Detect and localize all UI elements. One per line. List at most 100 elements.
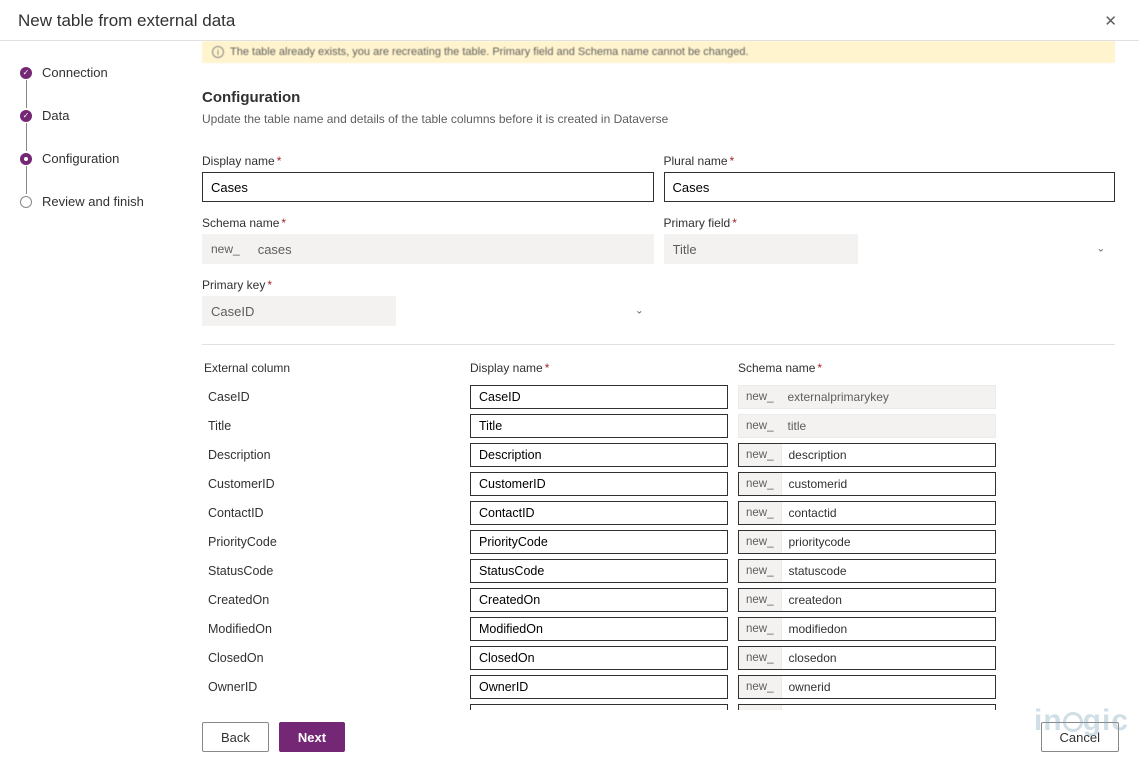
chevron-down-icon: ⌄	[1097, 244, 1105, 255]
divider	[202, 344, 1115, 345]
external-column-name: CreatedOn	[202, 593, 460, 607]
schema-value: createdon	[782, 589, 996, 611]
external-column-name: OwnerID	[202, 680, 460, 694]
column-schema-name[interactable]: new_statuscode	[738, 559, 996, 583]
step-data[interactable]: Data	[20, 108, 168, 123]
column-row: CustomerID new_customerid	[202, 472, 1115, 496]
primary-key-select[interactable]	[202, 296, 396, 326]
column-display-name-input[interactable]	[470, 414, 728, 438]
column-schema-name[interactable]: new_prioritycode	[738, 530, 996, 554]
column-row: ClosedOn new_closedon	[202, 646, 1115, 670]
schema-prefix: new_	[739, 415, 781, 437]
close-icon[interactable]: ✕	[1098, 10, 1123, 32]
column-display-name-input[interactable]	[470, 530, 728, 554]
schema-prefix: new_	[202, 234, 249, 264]
section-desc: Update the table name and details of the…	[202, 112, 1115, 126]
schema-name-label: Schema name	[202, 216, 279, 230]
step-dot-icon	[20, 67, 32, 79]
section-title: Configuration	[202, 89, 1115, 106]
col-header-schema: Schema name	[738, 361, 815, 375]
column-row: CreatedOn new_createdon	[202, 588, 1115, 612]
step-connector	[26, 123, 27, 151]
plural-name-input[interactable]	[664, 172, 1116, 202]
step-connector	[26, 80, 27, 108]
step-dot-icon	[20, 196, 32, 208]
plural-name-label: Plural name	[664, 154, 728, 168]
external-column-name: ClosedOn	[202, 651, 460, 665]
schema-prefix: new_	[739, 444, 782, 466]
step-label: Configuration	[42, 151, 119, 166]
step-dot-icon	[20, 110, 32, 122]
schema-name-input	[249, 234, 654, 264]
column-schema-name[interactable]: new_closedon	[738, 646, 996, 670]
column-row: ContactID new_contactid	[202, 501, 1115, 525]
schema-prefix: new_	[739, 618, 782, 640]
wizard-steps: Connection Data Configuration Review and fi…	[0, 41, 178, 765]
column-schema-name: new_externalprimarykey	[738, 385, 996, 409]
schema-prefix: new_	[739, 502, 782, 524]
step-dot-icon	[20, 153, 32, 165]
primary-key-label: Primary key	[202, 278, 265, 292]
column-display-name-input[interactable]	[470, 385, 728, 409]
step-configuration[interactable]: Configuration	[20, 151, 168, 166]
column-display-name-input[interactable]	[470, 472, 728, 496]
column-display-name-input[interactable]	[470, 588, 728, 612]
display-name-label: Display name	[202, 154, 275, 168]
schema-value: contactid	[782, 502, 996, 524]
schema-value: externalprimarykey	[781, 386, 996, 408]
column-display-name-input[interactable]	[470, 559, 728, 583]
column-schema-name[interactable]: new_customerid	[738, 472, 996, 496]
step-review-and-finish[interactable]: Review and finish	[20, 194, 168, 209]
external-column-name: Title	[202, 419, 460, 433]
column-row: Title new_title	[202, 414, 1115, 438]
column-schema-name[interactable]: new_createdon	[738, 588, 996, 612]
external-column-name: PriorityCode	[202, 535, 460, 549]
schema-value: title	[781, 415, 996, 437]
external-column-name: StatusCode	[202, 564, 460, 578]
schema-value: description	[782, 444, 996, 466]
chevron-down-icon: ⌄	[635, 306, 643, 317]
step-label: Connection	[42, 65, 108, 80]
schema-prefix: new_	[739, 676, 782, 698]
step-label: Review and finish	[42, 194, 144, 209]
schema-prefix: new_	[739, 560, 782, 582]
schema-value: closedon	[782, 647, 996, 669]
next-button[interactable]: Next	[279, 722, 345, 752]
warning-text: The table already exists, you are recrea…	[230, 46, 749, 58]
column-row: Descriptionnew_description	[202, 443, 1115, 467]
schema-prefix: new_	[739, 531, 782, 553]
external-column-name: ModifiedOn	[202, 622, 460, 636]
warning-banner: i The table already exists, you are recr…	[202, 41, 1115, 63]
column-display-name-input[interactable]	[470, 617, 728, 641]
column-schema-name[interactable]: new_description	[738, 443, 996, 467]
external-column-name: ContactID	[202, 506, 460, 520]
schema-value: customerid	[782, 473, 996, 495]
column-row: PriorityCode new_prioritycode	[202, 530, 1115, 554]
info-icon: i	[212, 46, 224, 58]
column-schema-name[interactable]: new_ownerid	[738, 675, 996, 699]
col-header-display: Display name	[470, 361, 543, 375]
schema-prefix: new_	[739, 589, 782, 611]
page-title: New table from external data	[18, 11, 235, 31]
col-header-external: External column	[202, 361, 460, 375]
schema-value: prioritycode	[782, 531, 996, 553]
column-row: CaseIDnew_externalprimarykey	[202, 385, 1115, 409]
schema-value: modifiedon	[782, 618, 996, 640]
column-schema-name: new_title	[738, 414, 996, 438]
step-connection[interactable]: Connection	[20, 65, 168, 80]
primary-field-label: Primary field	[664, 216, 731, 230]
cancel-button[interactable]: Cancel	[1041, 722, 1119, 752]
column-schema-name[interactable]: new_modifiedon	[738, 617, 996, 641]
column-display-name-input[interactable]	[470, 646, 728, 670]
schema-prefix: new_	[739, 473, 782, 495]
display-name-input[interactable]	[202, 172, 654, 202]
schema-prefix: new_	[739, 647, 782, 669]
step-connector	[26, 166, 27, 194]
column-display-name-input[interactable]	[470, 443, 728, 467]
primary-field-select[interactable]	[664, 234, 858, 264]
back-button[interactable]: Back	[202, 722, 269, 752]
external-column-name: CustomerID	[202, 477, 460, 491]
column-schema-name[interactable]: new_contactid	[738, 501, 996, 525]
column-display-name-input[interactable]	[470, 675, 728, 699]
column-display-name-input[interactable]	[470, 501, 728, 525]
